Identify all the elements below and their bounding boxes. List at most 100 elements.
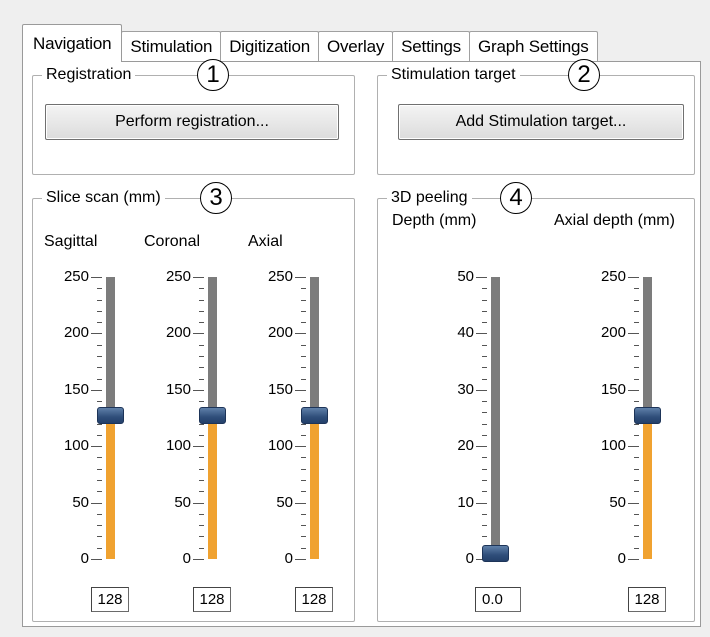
tab-graph-settings[interactable]: Graph Settings	[468, 31, 598, 62]
coronal-tick-mark	[199, 435, 204, 436]
axial-depth-slider-thumb[interactable]	[634, 406, 661, 424]
sagittal-tick-mark	[97, 514, 102, 515]
depth-slider[interactable]: 50 40 30 20 10 0	[432, 267, 522, 567]
axial-depth-tick-label: 250	[600, 268, 626, 285]
axial-depth-tick-mark	[628, 333, 639, 334]
axial-depth-tick-mark	[628, 277, 639, 278]
depth-track[interactable]	[491, 277, 500, 559]
depth-tick-mark	[482, 401, 487, 402]
axial-tick-mark	[301, 401, 306, 402]
depth-tick-mark	[476, 446, 487, 447]
sagittal-value-field[interactable]: 128	[91, 587, 129, 612]
coronal-tick-mark	[199, 401, 204, 402]
depth-tick-mark	[482, 311, 487, 312]
perform-registration-button[interactable]: Perform registration...	[45, 104, 339, 140]
axial-tick-label: 150	[267, 381, 293, 398]
add-stimulation-target-button[interactable]: Add Stimulation target...	[398, 104, 684, 140]
depth-value-field[interactable]: 0.0	[475, 587, 521, 612]
axial-depth-tick-label: 100	[600, 437, 626, 454]
tab-overlay[interactable]: Overlay	[317, 31, 394, 62]
registration-group: Registration 1 Perform registration...	[32, 59, 355, 175]
coronal-label: Coronal	[144, 233, 201, 250]
axial-depth-slider[interactable]: 250 200 150 100 50 0	[584, 267, 674, 567]
sagittal-track[interactable]	[106, 277, 115, 415]
tab-digitization[interactable]: Digitization	[220, 31, 319, 62]
coronal-tick-mark	[199, 322, 204, 323]
coronal-value-field[interactable]: 128	[193, 587, 231, 612]
callout-badge-3: 3	[200, 182, 232, 214]
axial-tick-label: 0	[284, 550, 293, 567]
coronal-slider-thumb[interactable]	[199, 406, 226, 424]
coronal-tick-mark	[199, 345, 204, 346]
axial-depth-value-field[interactable]: 128	[628, 587, 666, 612]
sagittal-tick-mark	[97, 401, 102, 402]
axial-tick-mark	[295, 277, 306, 278]
axial-fill	[310, 414, 319, 559]
axial-tick-mark	[295, 503, 306, 504]
axial-tick-label: 50	[276, 494, 293, 511]
axial-depth-track[interactable]	[643, 277, 652, 415]
sagittal-tick-mark	[97, 379, 102, 380]
coronal-tick-mark	[199, 311, 204, 312]
sagittal-tick-mark	[97, 424, 102, 425]
axial-depth-tick-mark	[628, 503, 639, 504]
axial-slider-thumb[interactable]	[301, 406, 328, 424]
sagittal-tick-mark	[91, 559, 102, 560]
axial-depth-tick-mark	[634, 491, 639, 492]
sagittal-tick-mark	[97, 548, 102, 549]
coronal-tick-mark	[199, 525, 204, 526]
coronal-tick-mark	[193, 446, 204, 447]
axial-depth-tick-mark	[634, 322, 639, 323]
axial-depth-tick-label: 150	[600, 381, 626, 398]
tab-settings[interactable]: Settings	[392, 31, 470, 62]
axial-tick-mark	[301, 379, 306, 380]
sagittal-tick-mark	[91, 277, 102, 278]
axial-depth-tick-mark	[634, 311, 639, 312]
axial-tick-mark	[301, 367, 306, 368]
sagittal-slider[interactable]: 250 200 150 100 50 0	[47, 267, 137, 567]
axial-tick-mark	[295, 559, 306, 560]
sagittal-tick-mark	[97, 300, 102, 301]
registration-title: Registration	[42, 65, 136, 85]
coronal-slider[interactable]: 250 200 150 100 50 0	[149, 267, 239, 567]
tab-navigation[interactable]: Navigation	[22, 24, 123, 62]
sagittal-tick-label: 250	[63, 268, 89, 285]
depth-tick-mark	[482, 288, 487, 289]
tab-stimulation[interactable]: Stimulation	[121, 31, 222, 62]
axial-label: Axial	[248, 233, 283, 250]
slice-scan-group: Slice scan (mm) 3 Sagittal Coronal Axial…	[32, 182, 355, 622]
sagittal-slider-thumb[interactable]	[97, 406, 124, 424]
axial-track[interactable]	[310, 277, 319, 415]
axial-tick-mark	[301, 491, 306, 492]
sagittal-tick-label: 150	[63, 381, 89, 398]
axial-slider[interactable]: 250 200 150 100 50 0	[251, 267, 341, 567]
sagittal-tick-label: 100	[63, 437, 89, 454]
sagittal-tick-mark	[91, 333, 102, 334]
depth-tick-label: 50	[457, 268, 474, 285]
depth-tick-label: 20	[457, 437, 474, 454]
coronal-tick-mark	[199, 379, 204, 380]
axial-depth-label: Axial depth (mm)	[554, 212, 675, 229]
coronal-track[interactable]	[208, 277, 217, 415]
coronal-tick-label: 50	[174, 494, 191, 511]
depth-tick-mark	[482, 536, 487, 537]
axial-value-field[interactable]: 128	[295, 587, 333, 612]
sagittal-tick-mark	[97, 457, 102, 458]
depth-tick-mark	[476, 277, 487, 278]
axial-tick-label: 100	[267, 437, 293, 454]
axial-depth-tick-mark	[634, 469, 639, 470]
depth-slider-thumb[interactable]	[482, 545, 509, 562]
axial-tick-label: 200	[267, 324, 293, 341]
coronal-tick-mark	[193, 390, 204, 391]
sagittal-tick-mark	[97, 480, 102, 481]
coronal-tick-mark	[199, 367, 204, 368]
axial-tick-mark	[301, 457, 306, 458]
depth-tick-label: 40	[457, 324, 474, 341]
axial-depth-tick-mark	[634, 288, 639, 289]
sagittal-tick-mark	[97, 536, 102, 537]
axial-tick-mark	[301, 514, 306, 515]
sagittal-tick-label: 50	[72, 494, 89, 511]
depth-tick-label: 30	[457, 381, 474, 398]
axial-tick-mark	[301, 311, 306, 312]
coronal-tick-mark	[199, 300, 204, 301]
